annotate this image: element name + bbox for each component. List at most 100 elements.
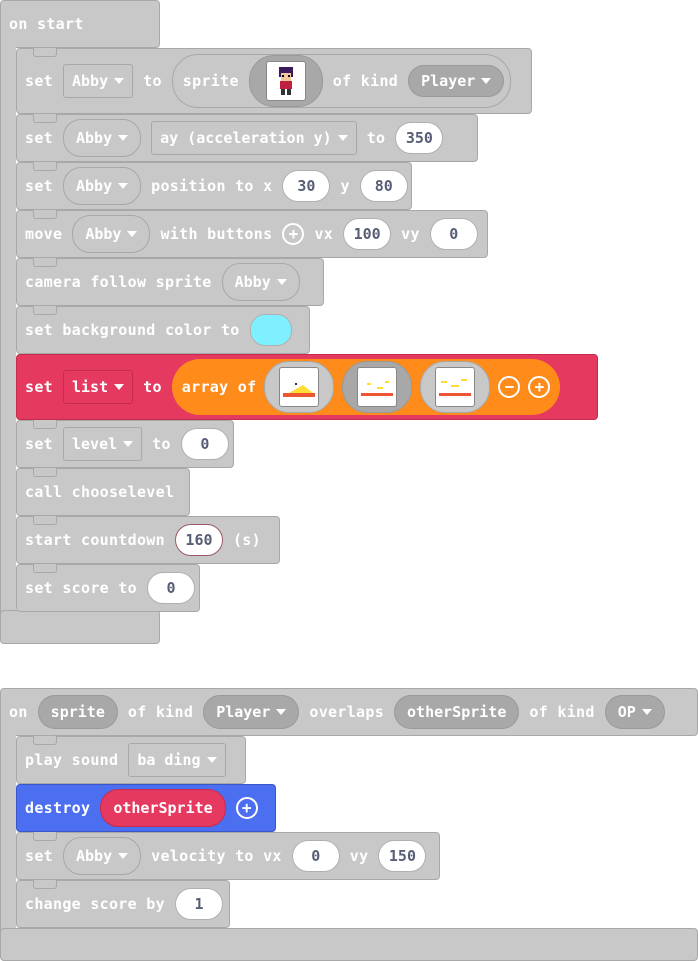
- minus-icon[interactable]: −: [498, 376, 521, 398]
- camera-follow-label: camera follow sprite: [25, 273, 212, 291]
- set-list-block[interactable]: set list to array of − +: [16, 354, 598, 420]
- set-label: set: [25, 435, 53, 453]
- var-name: Abby: [76, 847, 113, 865]
- set-velocity-block[interactable]: set Abby velocity to vx 0 vy 150: [16, 832, 440, 880]
- velocity-label: velocity to vx: [151, 847, 282, 865]
- plus-icon[interactable]: +: [282, 223, 305, 245]
- other-sprite-param[interactable]: otherSprite: [394, 695, 520, 729]
- set-label: set: [25, 177, 53, 195]
- tilemap-image-icon: [357, 367, 398, 407]
- set-property-block[interactable]: set Abby ay (acceleration y) to 350: [16, 114, 478, 162]
- var-dropdown[interactable]: list: [63, 370, 134, 404]
- array-reporter[interactable]: array of − +: [171, 359, 561, 415]
- vy-input[interactable]: 150: [378, 840, 427, 872]
- set-label: set: [25, 378, 53, 396]
- var-dropdown[interactable]: Abby: [63, 837, 142, 875]
- chevron-down-icon: [127, 231, 138, 237]
- call-chooselevel-block[interactable]: call chooselevel: [16, 468, 190, 516]
- set-position-block[interactable]: set Abby position to x 30 y 80: [16, 162, 412, 210]
- tilemap-slot-3[interactable]: [420, 361, 491, 413]
- on-start-bottom: [0, 610, 160, 644]
- vy-label: vy: [349, 847, 369, 865]
- tilemap-image-icon: [279, 367, 320, 407]
- chevron-down-icon: [481, 78, 492, 84]
- plus-icon[interactable]: +: [528, 376, 551, 398]
- kind-dropdown[interactable]: Player: [408, 65, 505, 97]
- var-dropdown[interactable]: Abby: [63, 64, 134, 98]
- move-label: move: [25, 225, 63, 243]
- y-label: y: [340, 177, 350, 195]
- other-sprite-name: otherSprite: [407, 703, 507, 721]
- chevron-down-icon: [337, 135, 348, 141]
- play-sound-block[interactable]: play sound ba ding: [16, 736, 246, 784]
- vx-input[interactable]: 100: [343, 218, 392, 250]
- color-picker[interactable]: [249, 314, 292, 346]
- to-label: to: [366, 129, 386, 147]
- to-label: to: [143, 378, 162, 396]
- chevron-down-icon: [118, 183, 129, 189]
- sprite-param[interactable]: sprite: [37, 695, 118, 729]
- on-overlap-block[interactable]: on sprite of kind Player overlaps otherS…: [0, 688, 698, 736]
- countdown-input[interactable]: 160: [174, 524, 223, 556]
- of-kind-label: of kind: [529, 703, 595, 721]
- on-start-block[interactable]: on start: [0, 0, 160, 48]
- var-dropdown[interactable]: Abby: [72, 215, 151, 253]
- chevron-down-icon: [206, 757, 217, 763]
- var-name: Abby: [76, 129, 113, 147]
- set-level-block[interactable]: set level to 0: [16, 420, 234, 468]
- set-label: set: [25, 72, 53, 90]
- set-label: set: [25, 129, 53, 147]
- to-label: to: [152, 435, 171, 453]
- set-background-color-block[interactable]: set background color to: [16, 306, 310, 354]
- destroy-block[interactable]: destroy otherSprite +: [16, 784, 276, 832]
- chevron-down-icon: [118, 853, 129, 859]
- kind-dropdown[interactable]: OP: [604, 695, 665, 729]
- other-sprite-reporter[interactable]: otherSprite: [100, 789, 226, 827]
- tilemap-slot-1[interactable]: [264, 361, 335, 413]
- property-dropdown[interactable]: ay (acceleration y): [151, 121, 357, 155]
- call-label: call chooselevel: [25, 483, 175, 501]
- destroy-label: destroy: [25, 799, 91, 817]
- score-change-input[interactable]: 1: [174, 888, 223, 920]
- tilemap-slot-2[interactable]: [342, 361, 413, 413]
- vy-input[interactable]: 0: [429, 218, 478, 250]
- var-dropdown[interactable]: level: [63, 427, 143, 461]
- kind-name: Player: [421, 72, 476, 90]
- value-input[interactable]: 0: [180, 428, 229, 460]
- on-start-body-strip: [0, 44, 16, 614]
- camera-follow-block[interactable]: camera follow sprite Abby: [16, 258, 324, 306]
- vx-input[interactable]: 0: [291, 840, 340, 872]
- overlaps-label: overlaps: [309, 703, 385, 721]
- x-input[interactable]: 30: [282, 170, 331, 202]
- chevron-down-icon: [123, 441, 134, 447]
- score-input[interactable]: 0: [146, 572, 195, 604]
- on-label: on: [9, 703, 28, 721]
- chevron-down-icon: [641, 709, 652, 715]
- move-with-buttons-block[interactable]: move Abby with buttons + vx 100 vy 0: [16, 210, 488, 258]
- set-score-block[interactable]: set score to 0: [16, 564, 200, 612]
- vx-label: vx: [314, 225, 334, 243]
- set-label: set: [25, 847, 53, 865]
- var-dropdown[interactable]: Abby: [63, 119, 142, 157]
- var-name: list: [72, 378, 109, 396]
- start-countdown-block[interactable]: start countdown 160 (s): [16, 516, 280, 564]
- change-score-block[interactable]: change score by 1: [16, 880, 230, 928]
- value-input[interactable]: 350: [395, 122, 444, 154]
- sprite-reporter[interactable]: sprite of kind Player: [171, 54, 512, 108]
- countdown-label: start countdown: [25, 531, 165, 549]
- var-name: Abby: [76, 177, 113, 195]
- on-overlap-body-strip: [0, 732, 16, 932]
- set-sprite-block[interactable]: set Abby to sprite of kind Player: [16, 48, 532, 114]
- y-input[interactable]: 80: [359, 170, 408, 202]
- var-dropdown[interactable]: Abby: [221, 263, 300, 301]
- plus-icon[interactable]: +: [235, 797, 258, 819]
- sprite-image-slot[interactable]: [248, 55, 323, 107]
- var-dropdown[interactable]: Abby: [63, 167, 142, 205]
- kind-name: Player: [216, 703, 271, 721]
- background-color-label: set background color to: [25, 321, 240, 339]
- kind-dropdown[interactable]: Player: [203, 695, 300, 729]
- sound-dropdown[interactable]: ba ding: [128, 743, 226, 777]
- change-score-label: change score by: [25, 895, 165, 913]
- on-overlap-bottom: [0, 928, 698, 961]
- sound-name: ba ding: [137, 751, 201, 769]
